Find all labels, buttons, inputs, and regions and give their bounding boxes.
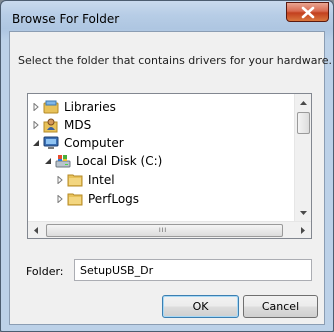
- tree-item-intel[interactable]: Intel: [55, 171, 115, 189]
- browse-for-folder-dialog: Browse For Folder Select the folder that…: [0, 0, 334, 332]
- folder-input[interactable]: [74, 259, 312, 281]
- horizontal-scrollbar[interactable]: III: [28, 221, 311, 238]
- ok-button[interactable]: OK: [162, 295, 239, 318]
- tree-item-label: Computer: [64, 136, 124, 150]
- drive-icon: [55, 153, 71, 169]
- vertical-scrollbar[interactable]: [294, 94, 311, 221]
- instruction-text: Select the folder that contains drivers …: [18, 54, 333, 67]
- tree-item-label: Local Disk (C:): [76, 154, 163, 168]
- scroll-left-icon[interactable]: [28, 222, 44, 238]
- tree-item-libraries[interactable]: Libraries: [31, 98, 116, 116]
- scroll-right-icon[interactable]: [295, 222, 311, 238]
- tree-item-label: Intel: [88, 173, 115, 187]
- scroll-grip: III: [159, 228, 168, 234]
- close-button[interactable]: [286, 2, 329, 22]
- scroll-down-icon[interactable]: [295, 204, 311, 221]
- dialog-title: Browse For Folder: [12, 12, 120, 26]
- tree-item-label: Libraries: [64, 100, 116, 114]
- close-icon: [301, 6, 315, 19]
- expand-arrow-icon[interactable]: [55, 194, 65, 204]
- dialog-body: Select the folder that contains drivers …: [9, 31, 332, 325]
- tree-item-mds[interactable]: MDS: [31, 116, 91, 134]
- libraries-icon: [43, 99, 59, 115]
- expand-arrow-icon[interactable]: [31, 120, 41, 130]
- expand-arrow-icon[interactable]: [55, 175, 65, 185]
- collapse-arrow-icon[interactable]: [43, 156, 53, 166]
- tree-item-label: PerfLogs: [88, 192, 140, 206]
- vertical-scroll-thumb[interactable]: [297, 112, 310, 134]
- folder-label: Folder:: [26, 265, 64, 278]
- tree-item-computer[interactable]: Computer: [31, 134, 124, 152]
- folder-tree[interactable]: Libraries MDS Computer Local Disk (C:) I…: [27, 93, 312, 239]
- tree-item-perflogs[interactable]: PerfLogs: [55, 190, 139, 208]
- expand-arrow-icon[interactable]: [31, 102, 41, 112]
- tree-item-local-disk[interactable]: Local Disk (C:): [43, 152, 162, 170]
- tree-item-label: MDS: [64, 118, 92, 132]
- cancel-button[interactable]: Cancel: [243, 295, 318, 318]
- collapse-arrow-icon[interactable]: [31, 138, 41, 148]
- computer-icon: [43, 135, 59, 151]
- folder-icon: [67, 191, 83, 207]
- user-folder-icon: [43, 117, 59, 133]
- horizontal-scroll-thumb[interactable]: III: [46, 224, 283, 237]
- folder-icon: [67, 172, 83, 188]
- scroll-up-icon[interactable]: [295, 94, 311, 111]
